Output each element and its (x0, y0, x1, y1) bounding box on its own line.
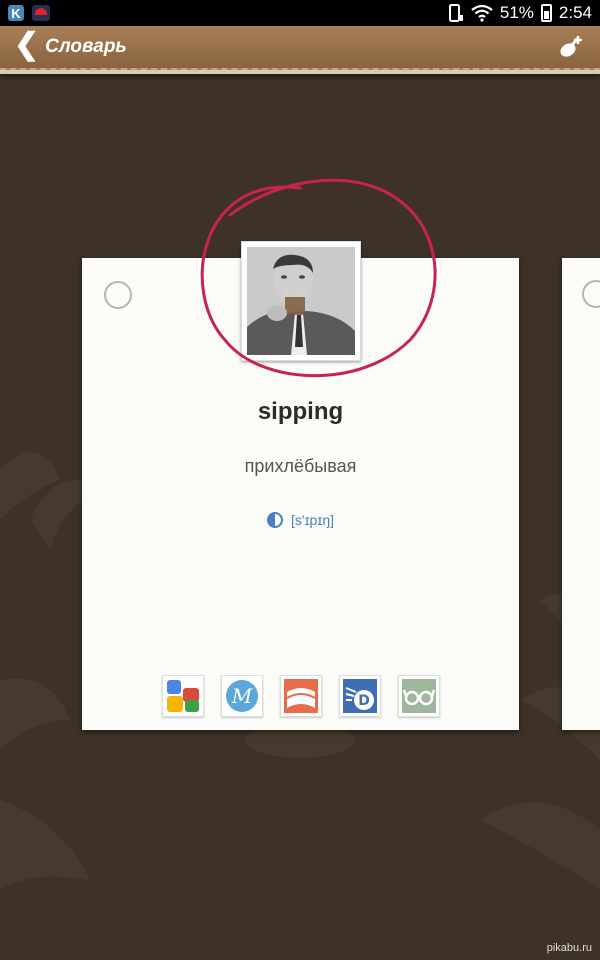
word-text: sipping (257, 398, 344, 425)
merriam-webster-icon[interactable]: M (221, 675, 263, 717)
vk-app-icon: K (8, 5, 24, 21)
header-title: Словарь (45, 36, 127, 57)
next-card[interactable] (562, 258, 600, 730)
wifi-icon (471, 4, 493, 22)
select-circle-next[interactable] (582, 280, 600, 308)
translation-text: прихлёбывая (244, 456, 357, 476)
select-circle[interactable] (104, 281, 132, 309)
battery-icon (540, 4, 552, 22)
dictionary-links: M D (162, 675, 440, 717)
clock: 2:54 (558, 3, 592, 22)
app-header: ❮ Словарь (0, 26, 600, 70)
dictionary-com-icon[interactable]: D (339, 675, 381, 717)
svg-text:M: M (231, 684, 253, 708)
word-picture (241, 241, 361, 361)
add-meatball-icon[interactable] (556, 32, 586, 62)
man-sipping-photo (247, 247, 355, 355)
glasses-dictionary-icon[interactable] (398, 675, 440, 717)
notification-icons: K (8, 5, 50, 21)
app-icon (32, 5, 50, 21)
back-button[interactable]: ❮ Словарь (14, 30, 127, 60)
phone-rotate-icon (448, 4, 463, 22)
watermark: pikabu.ru (546, 942, 592, 954)
sound-icon[interactable] (267, 512, 283, 528)
google-dictionary-icon[interactable] (162, 675, 204, 717)
transcription-text: [s'ɪpɪŋ] (291, 512, 334, 528)
status-bar: K 51% 2:54 (0, 0, 600, 26)
transcription[interactable]: [s'ɪpɪŋ] (82, 512, 519, 528)
book-dictionary-icon[interactable] (280, 675, 322, 717)
battery-percent: 51% (499, 3, 534, 22)
svg-text:D: D (358, 693, 370, 709)
chevron-left-icon: ❮ (14, 28, 40, 61)
system-icons: 51% 2:54 (448, 3, 592, 23)
